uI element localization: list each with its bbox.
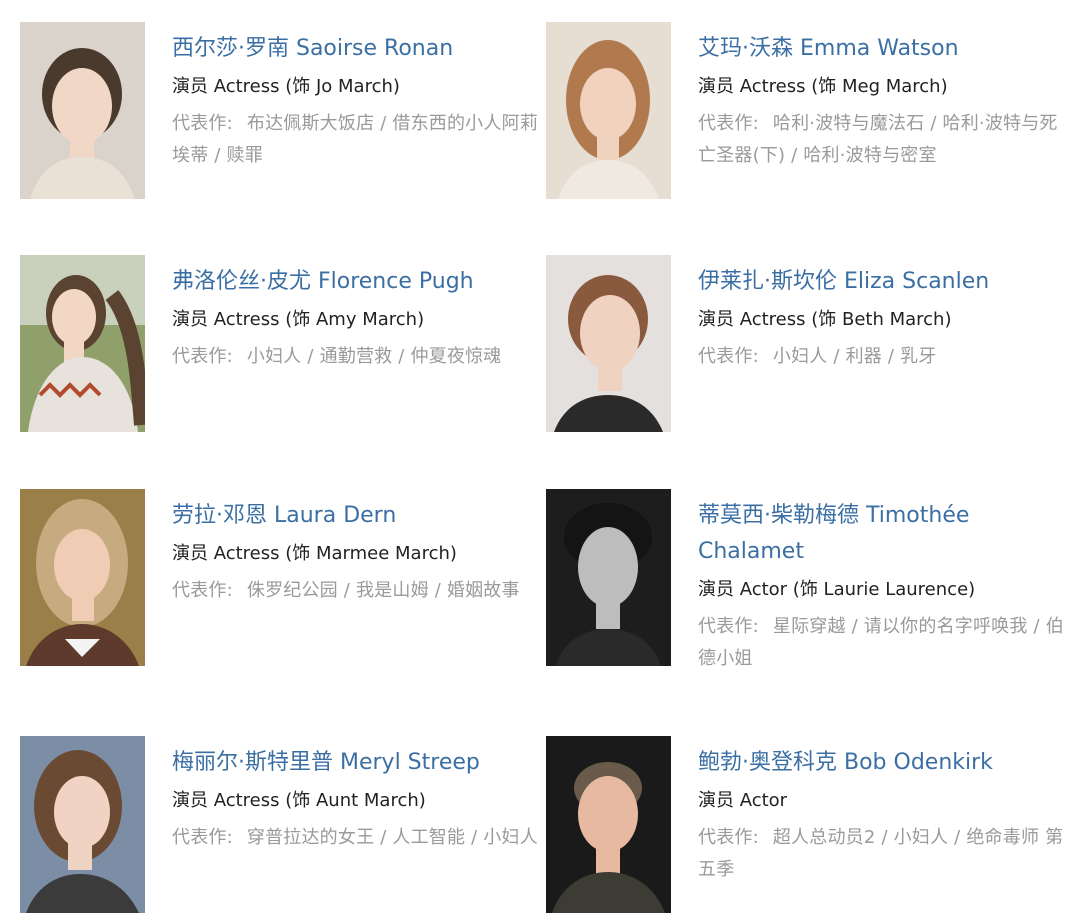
cast-info: 蒂莫西·柴勒梅德 Timothée Chalamet 演员 Actor (饰 L…: [698, 489, 1068, 675]
cast-info: 弗洛伦丝·皮尤 Florence Pugh 演员 Actress (饰 Amy …: [172, 255, 542, 373]
cast-role: 演员 Actor (饰 Laurie Laurence): [698, 579, 976, 600]
cast-name-link[interactable]: 鲍勃·奥登科克 Bob Odenkirk: [698, 745, 1068, 781]
works-label: 代表作:: [172, 580, 233, 601]
cast-info: 艾玛·沃森 Emma Watson 演员 Actress (饰 Meg Marc…: [698, 22, 1068, 172]
cast-role: 演员 Actor: [698, 790, 788, 811]
cast-works: 代表作: 穿普拉达的女王 / 人工智能 / 小妇人: [172, 822, 542, 854]
cast-role: 演员 Actress (饰 Amy March): [172, 309, 425, 330]
portrait-image: [20, 736, 145, 913]
cast-name-link[interactable]: 蒂莫西·柴勒梅德 Timothée Chalamet: [698, 498, 1068, 570]
portrait-image: [20, 22, 145, 199]
cast-works: 代表作: 小妇人 / 利器 / 乳牙: [698, 341, 1068, 373]
cast-info: 西尔莎·罗南 Saoirse Ronan 演员 Actress (饰 Jo Ma…: [172, 22, 542, 172]
cast-grid: 西尔莎·罗南 Saoirse Ronan 演员 Actress (饰 Jo Ma…: [0, 0, 1080, 924]
cast-photo-laura-dern[interactable]: [20, 489, 145, 666]
works-label: 代表作:: [172, 346, 233, 367]
cast-works: 代表作: 小妇人 / 通勤营救 / 仲夏夜惊魂: [172, 341, 542, 373]
works-list: 侏罗纪公园 / 我是山姆 / 婚姻故事: [246, 580, 520, 601]
cast-photo-eliza-scanlen[interactable]: [546, 255, 671, 432]
cast-works: 代表作: 星际穿越 / 请以你的名字呼唤我 / 伯德小姐: [698, 611, 1068, 675]
cast-info: 劳拉·邓恩 Laura Dern 演员 Actress (饰 Marmee Ma…: [172, 489, 542, 607]
portrait-image: [20, 255, 145, 432]
cast-name-link[interactable]: 艾玛·沃森 Emma Watson: [698, 31, 1068, 67]
works-label: 代表作:: [698, 346, 759, 367]
cast-info: 鲍勃·奥登科克 Bob Odenkirk 演员 Actor 代表作: 超人总动员2…: [698, 736, 1068, 886]
works-list: 小妇人 / 通勤营救 / 仲夏夜惊魂: [246, 346, 502, 367]
works-label: 代表作:: [698, 113, 759, 134]
portrait-image: [546, 255, 671, 432]
cast-works: 代表作: 布达佩斯大饭店 / 借东西的小人阿莉埃蒂 / 赎罪: [172, 108, 542, 172]
cast-role: 演员 Actress (饰 Aunt March): [172, 790, 426, 811]
cast-role: 演员 Actress (饰 Beth March): [698, 309, 952, 330]
cast-photo-meryl-streep[interactable]: [20, 736, 145, 913]
cast-photo-saoirse-ronan[interactable]: [20, 22, 145, 199]
works-label: 代表作:: [698, 827, 759, 848]
cast-name-link[interactable]: 西尔莎·罗南 Saoirse Ronan: [172, 31, 542, 67]
cast-info: 伊莱扎·斯坎伦 Eliza Scanlen 演员 Actress (饰 Beth…: [698, 255, 1068, 373]
cast-photo-florence-pugh[interactable]: [20, 255, 145, 432]
cast-photo-bob-odenkirk[interactable]: [546, 736, 671, 913]
cast-photo-timothee-chalamet[interactable]: [546, 489, 671, 666]
cast-name-link[interactable]: 劳拉·邓恩 Laura Dern: [172, 498, 542, 534]
cast-role: 演员 Actress (饰 Meg March): [698, 76, 948, 97]
cast-info: 梅丽尔·斯特里普 Meryl Streep 演员 Actress (饰 Aunt…: [172, 736, 542, 854]
portrait-image: [546, 22, 671, 199]
cast-works: 代表作: 侏罗纪公园 / 我是山姆 / 婚姻故事: [172, 575, 542, 607]
works-label: 代表作:: [172, 827, 233, 848]
cast-role: 演员 Actress (饰 Jo March): [172, 76, 400, 97]
works-label: 代表作:: [172, 113, 233, 134]
cast-role: 演员 Actress (饰 Marmee March): [172, 543, 457, 564]
cast-works: 代表作: 超人总动员2 / 小妇人 / 绝命毒师 第五季: [698, 822, 1068, 886]
works-list: 小妇人 / 利器 / 乳牙: [772, 346, 937, 367]
cast-name-link[interactable]: 弗洛伦丝·皮尤 Florence Pugh: [172, 264, 542, 300]
works-label: 代表作:: [698, 616, 759, 637]
portrait-image: [546, 489, 671, 666]
cast-photo-emma-watson[interactable]: [546, 22, 671, 199]
portrait-image: [546, 736, 671, 913]
cast-name-link[interactable]: 梅丽尔·斯特里普 Meryl Streep: [172, 745, 542, 781]
portrait-image: [20, 489, 145, 666]
cast-name-link[interactable]: 伊莱扎·斯坎伦 Eliza Scanlen: [698, 264, 1068, 300]
cast-works: 代表作: 哈利·波特与魔法石 / 哈利·波特与死亡圣器(下) / 哈利·波特与密室: [698, 108, 1068, 172]
works-list: 穿普拉达的女王 / 人工智能 / 小妇人: [246, 827, 538, 848]
